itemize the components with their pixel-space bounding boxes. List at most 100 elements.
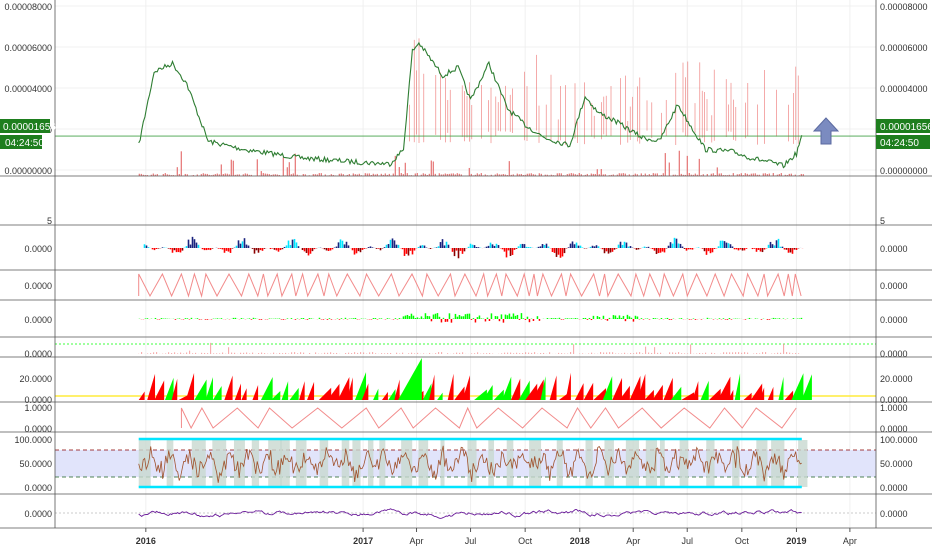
arrow-up-icon[interactable]	[812, 117, 840, 145]
oscillator-bar	[634, 315, 637, 319]
volume-bar	[668, 162, 670, 176]
oscillator-bar	[220, 318, 223, 319]
indicator-tick-left: 5	[47, 216, 52, 226]
histogram-bar	[153, 248, 156, 251]
histogram-bar	[421, 245, 424, 248]
volume-bar	[400, 173, 402, 176]
histogram-bar	[195, 242, 198, 248]
volume-bar	[686, 155, 688, 176]
oscillator-bar	[440, 319, 443, 323]
histogram-bar	[355, 248, 358, 254]
highlight-zone	[268, 440, 283, 487]
volume-bar	[558, 173, 560, 176]
volume-bar	[662, 173, 664, 176]
oscillator-bar	[410, 313, 413, 319]
oscillator-bar	[550, 318, 553, 319]
histogram-bar	[595, 245, 598, 248]
oscillator-bar	[456, 316, 459, 319]
impulse-triangle	[493, 389, 504, 400]
right-price-axis[interactable]: 0.000080000.000060000.000040000.00002000…	[880, 2, 928, 519]
oscillator-bar	[424, 313, 427, 319]
oscillator-bar	[484, 319, 487, 322]
volume-bar	[538, 173, 540, 176]
histogram-bar	[313, 248, 316, 250]
histogram-bar	[245, 244, 248, 248]
oscillator-bar	[322, 319, 325, 320]
histogram-bar	[285, 245, 288, 248]
histogram-bar	[691, 248, 694, 250]
histogram-bar	[377, 248, 380, 249]
impulse-triangle	[767, 386, 774, 400]
histogram-bar	[411, 248, 414, 255]
time-tick-label: 2017	[353, 536, 373, 546]
time-axis[interactable]: 2016 2017 Apr Jul Oct 2018 Apr Jul Oct 2019 Apr	[136, 528, 857, 546]
impulse-triangle	[212, 386, 222, 400]
histogram-bar	[471, 244, 474, 248]
histogram-bar	[655, 248, 658, 255]
oscillator-bar	[318, 317, 321, 319]
volume-bar	[476, 173, 478, 176]
histogram-bar	[635, 248, 638, 250]
indicator-panels	[55, 236, 876, 519]
volume-bar	[744, 173, 746, 176]
oscillator-bar	[554, 318, 557, 319]
histogram-bar	[563, 248, 566, 254]
histogram-bar	[593, 246, 596, 248]
histogram-bar	[243, 238, 246, 248]
histogram-bar	[775, 240, 778, 248]
trading-chart[interactable]: 0.000080000.000060000.000040000.00002000…	[0, 0, 932, 550]
oscillator-bar	[306, 319, 309, 320]
histogram-bar	[761, 248, 764, 253]
histogram-bar	[405, 248, 408, 254]
impulse-triangle	[583, 382, 594, 400]
histogram-bar	[619, 241, 622, 248]
oscillator-bar	[778, 318, 781, 319]
oscillator-bar	[404, 315, 407, 319]
volume-bar	[232, 160, 234, 176]
oscillator-bar	[300, 318, 303, 319]
oscillator-bar	[666, 317, 669, 319]
histogram-bar	[669, 242, 672, 248]
indicator-tick-right: 100.0000	[880, 435, 918, 445]
oscillator-bar	[500, 314, 503, 319]
histogram-bar	[751, 248, 754, 250]
time-tick-label: Jul	[465, 536, 477, 546]
histogram-bar	[779, 246, 782, 248]
histogram-bar	[659, 248, 662, 253]
oscillator-bar	[618, 315, 621, 319]
oscillator-bar	[416, 317, 419, 319]
histogram-bar	[741, 248, 744, 251]
impulse-triangle-peak	[398, 358, 422, 400]
volume-bar	[530, 173, 532, 176]
histogram-bar	[589, 246, 592, 248]
oscillator-bar	[146, 318, 149, 319]
histogram-bar	[287, 240, 290, 248]
indicator-tick-left: 50.0000	[19, 459, 52, 469]
oscillator-bar	[546, 318, 549, 319]
oscillator-bar	[234, 317, 237, 319]
histogram-bar	[197, 244, 200, 248]
histogram-bar	[177, 248, 180, 253]
volume-bar	[688, 173, 690, 176]
histogram-bar	[677, 243, 680, 248]
histogram-bar	[723, 241, 726, 248]
histogram-bar	[711, 248, 714, 253]
oscillator-bar	[774, 318, 777, 319]
oscillator-bar	[452, 318, 455, 319]
volume-bar	[740, 173, 742, 176]
oscillator-bar	[310, 318, 313, 319]
histogram-bar	[273, 248, 276, 250]
histogram-bar	[785, 248, 788, 250]
histogram-bar	[279, 248, 282, 251]
histogram-bar	[719, 240, 722, 248]
oscillator-bar	[608, 317, 611, 319]
histogram-bar	[685, 248, 688, 251]
histogram-bar	[335, 246, 338, 248]
impulse-triangle	[224, 375, 233, 400]
oscillator-bar	[186, 318, 189, 319]
histogram-bar	[361, 248, 364, 250]
histogram-bar	[689, 248, 692, 250]
left-price-axis[interactable]: 0.000080000.000060000.000040000.00002000…	[4, 2, 52, 519]
volume-bar	[220, 164, 222, 176]
oscillator-bar	[552, 318, 555, 319]
